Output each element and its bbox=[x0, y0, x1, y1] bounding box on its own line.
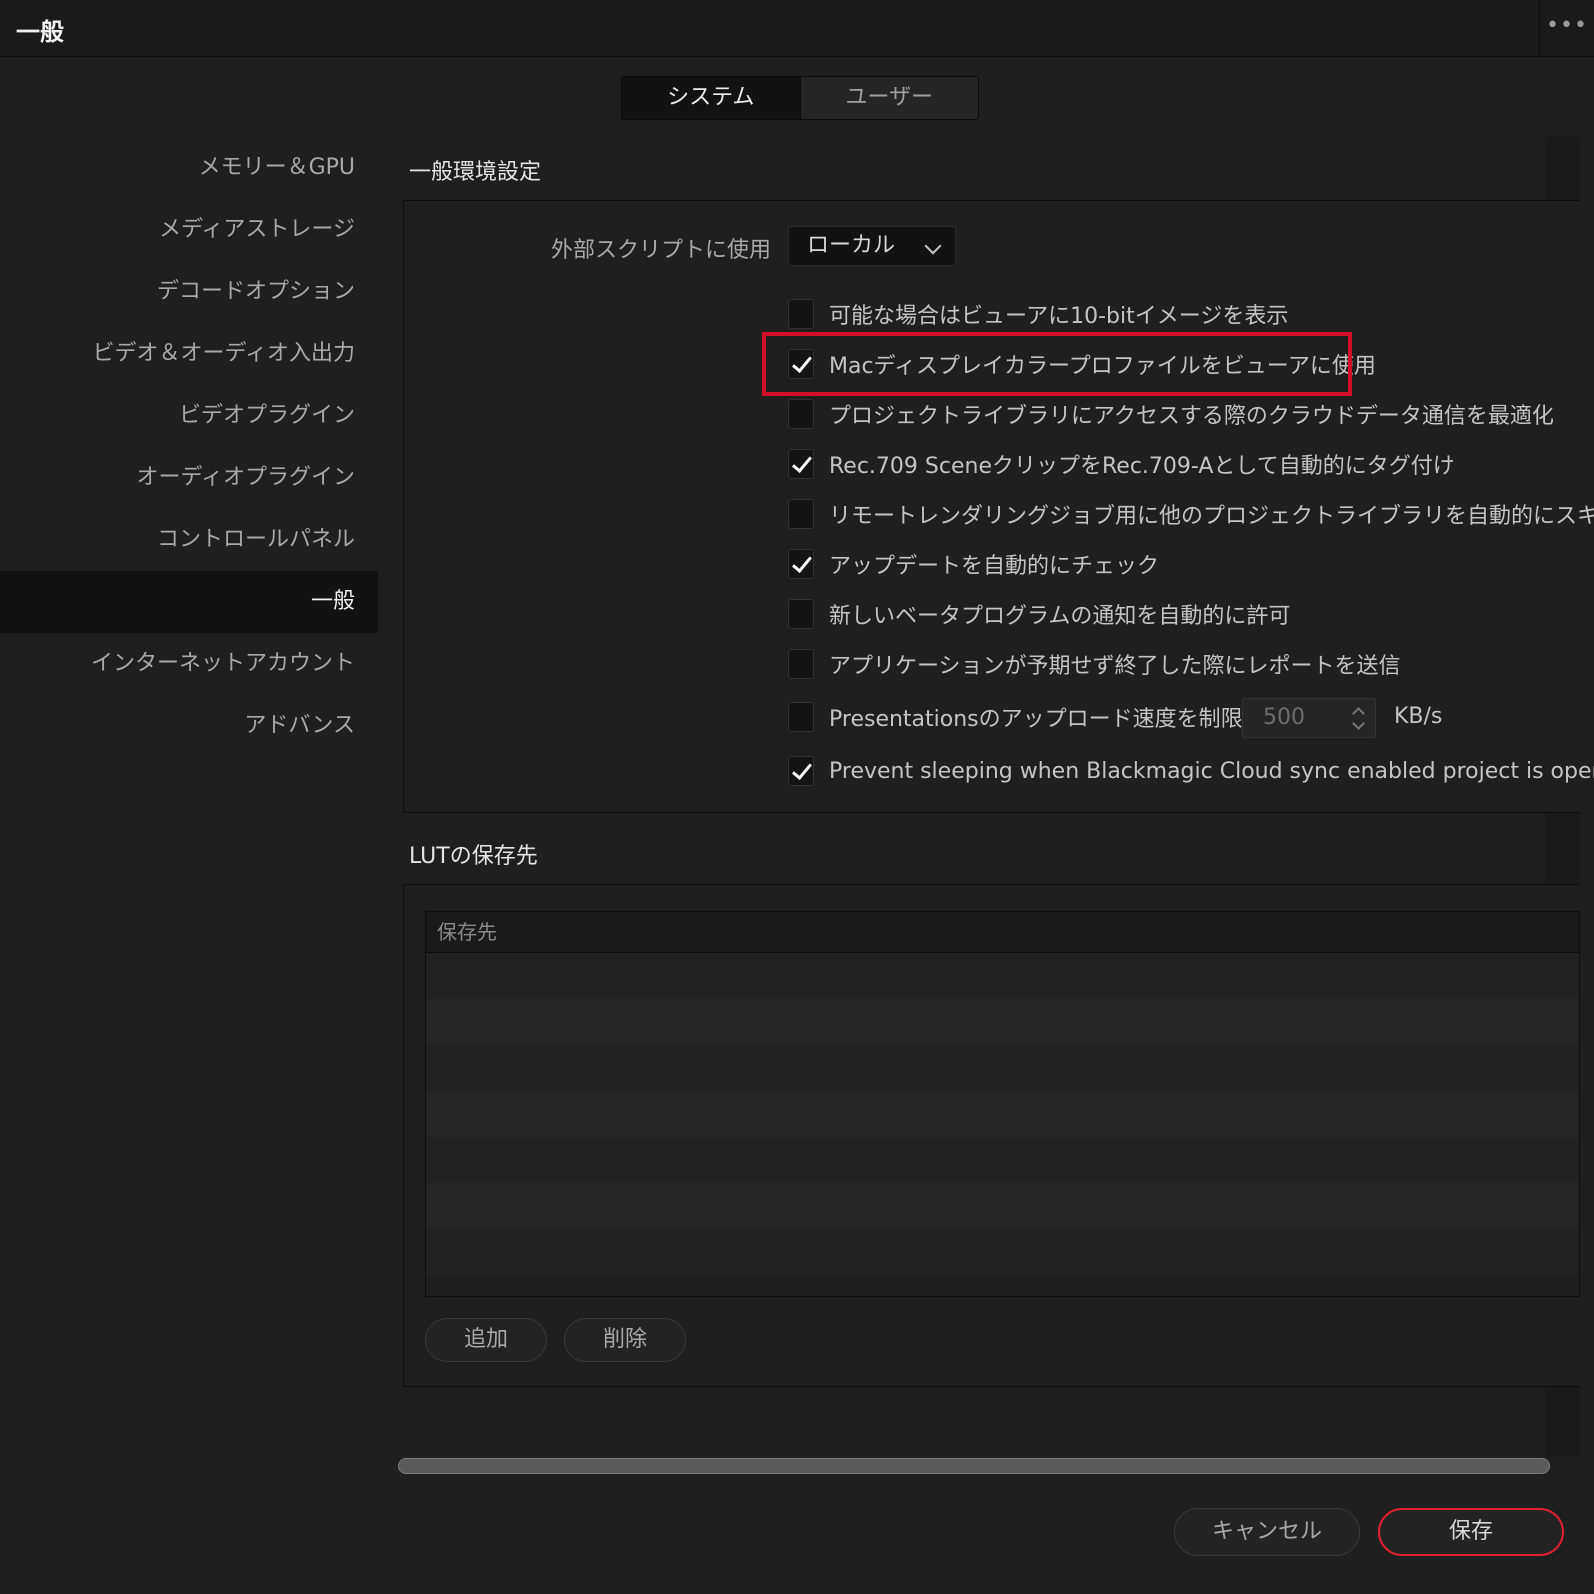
checkbox[interactable] bbox=[788, 399, 814, 429]
option-label: プロジェクトライブラリにアクセスする際のクラウドデータ通信を最適化 bbox=[829, 404, 1554, 429]
external-script-dropdown[interactable]: ローカル bbox=[788, 226, 956, 266]
option-label: Rec.709 SceneクリップをRec.709-Aとして自動的にタグ付け bbox=[829, 454, 1455, 479]
table-row[interactable] bbox=[426, 999, 1579, 1045]
checkbox[interactable] bbox=[788, 702, 814, 732]
tab-system[interactable]: システム bbox=[622, 77, 800, 119]
table-row[interactable] bbox=[426, 953, 1579, 999]
lut-location-table: 保存先 bbox=[425, 911, 1580, 1297]
settings-tabs: システム ユーザー bbox=[621, 76, 979, 120]
table-row[interactable] bbox=[426, 1091, 1579, 1137]
general-section-title: 一般環境設定 bbox=[409, 160, 542, 185]
option-label: 可能な場合はビューアに10-bitイメージを表示 bbox=[829, 304, 1289, 329]
option-label: Presentationsのアップロード速度を制限： bbox=[829, 707, 1265, 732]
table-row[interactable] bbox=[426, 1137, 1579, 1183]
upload-speed-input[interactable]: 500 bbox=[1242, 698, 1376, 738]
option-10bit-viewer[interactable]: 可能な場合はビューアに10-bitイメージを表示 bbox=[788, 297, 1288, 331]
sidebar-item-advanced[interactable]: アドバンス bbox=[0, 695, 378, 757]
checkbox[interactable] bbox=[788, 449, 814, 479]
lut-section-title: LUTの保存先 bbox=[409, 844, 538, 869]
checkbox[interactable] bbox=[788, 499, 814, 529]
option-limit-upload-speed[interactable]: Presentationsのアップロード速度を制限： bbox=[788, 700, 1265, 734]
upload-speed-value: 500 bbox=[1263, 705, 1305, 730]
column-header-location[interactable]: 保存先 bbox=[426, 912, 1579, 953]
option-label: アップデートを自動的にチェック bbox=[829, 554, 1160, 579]
sidebar-item-audio-plugins[interactable]: オーディオプラグイン bbox=[0, 447, 378, 509]
horizontal-scrollbar[interactable] bbox=[398, 1458, 1550, 1474]
option-label: 新しいベータプログラムの通知を自動的に許可 bbox=[829, 604, 1291, 629]
table-row[interactable] bbox=[426, 1229, 1579, 1275]
window-title: 一般 bbox=[16, 18, 64, 46]
tab-user[interactable]: ユーザー bbox=[799, 77, 978, 119]
sidebar-item-video-audio-io[interactable]: ビデオ＆オーディオ入出力 bbox=[0, 323, 378, 385]
sidebar-item-general[interactable]: 一般 bbox=[0, 571, 378, 633]
sidebar-item-control-panels[interactable]: コントロールパネル bbox=[0, 509, 378, 571]
title-bar: 一般 ••• bbox=[0, 0, 1594, 57]
external-script-value: ローカル bbox=[807, 233, 896, 258]
sidebar-item-media-storage[interactable]: メディアストレージ bbox=[0, 199, 378, 261]
option-crash-report[interactable]: アプリケーションが予期せず終了した際にレポートを送信 bbox=[788, 647, 1401, 681]
option-remote-render-scan[interactable]: リモートレンダリングジョブ用に他のプロジェクトライブラリを自動的にスキャン bbox=[788, 497, 1594, 531]
option-rec709-tag[interactable]: Rec.709 SceneクリップをRec.709-Aとして自動的にタグ付け bbox=[788, 447, 1455, 481]
cancel-button[interactable]: キャンセル bbox=[1174, 1508, 1360, 1556]
add-button[interactable]: 追加 bbox=[425, 1318, 547, 1362]
sidebar-item-memory-gpu[interactable]: メモリー＆GPU bbox=[0, 137, 378, 199]
delete-button[interactable]: 削除 bbox=[564, 1318, 686, 1362]
sidebar: メモリー＆GPU メディアストレージ デコードオプション ビデオ＆オーディオ入出… bbox=[0, 137, 378, 757]
chevron-down-icon bbox=[924, 237, 942, 255]
option-beta-notifications[interactable]: 新しいベータプログラムの通知を自動的に許可 bbox=[788, 597, 1290, 631]
checkbox[interactable] bbox=[788, 649, 814, 679]
highlight-box bbox=[762, 332, 1352, 396]
upload-speed-unit: KB/s bbox=[1394, 704, 1443, 729]
sidebar-item-internet-accounts[interactable]: インターネットアカウント bbox=[0, 633, 378, 695]
sidebar-item-decode-options[interactable]: デコードオプション bbox=[0, 261, 378, 323]
table-row[interactable] bbox=[426, 1045, 1579, 1091]
stepper-down-icon[interactable] bbox=[1352, 717, 1365, 730]
option-check-updates[interactable]: アップデートを自動的にチェック bbox=[788, 547, 1159, 581]
table-row[interactable] bbox=[426, 1183, 1579, 1229]
sidebar-item-video-plugins[interactable]: ビデオプラグイン bbox=[0, 385, 378, 447]
more-options-icon[interactable]: ••• bbox=[1539, 0, 1594, 56]
option-prevent-sleeping[interactable]: Prevent sleeping when Blackmagic Cloud s… bbox=[788, 754, 1594, 788]
checkbox[interactable] bbox=[788, 299, 814, 329]
external-script-label: 外部スクリプトに使用 bbox=[550, 238, 771, 263]
option-label: リモートレンダリングジョブ用に他のプロジェクトライブラリを自動的にスキャン bbox=[829, 504, 1594, 529]
option-optimize-cloud[interactable]: プロジェクトライブラリにアクセスする際のクラウドデータ通信を最適化 bbox=[788, 397, 1554, 431]
save-button[interactable]: 保存 bbox=[1378, 1508, 1564, 1556]
checkbox[interactable] bbox=[788, 599, 814, 629]
option-label: Prevent sleeping when Blackmagic Cloud s… bbox=[829, 758, 1594, 784]
option-label: アプリケーションが予期せず終了した際にレポートを送信 bbox=[829, 654, 1401, 679]
checkbox[interactable] bbox=[788, 756, 814, 786]
checkbox[interactable] bbox=[788, 549, 814, 579]
